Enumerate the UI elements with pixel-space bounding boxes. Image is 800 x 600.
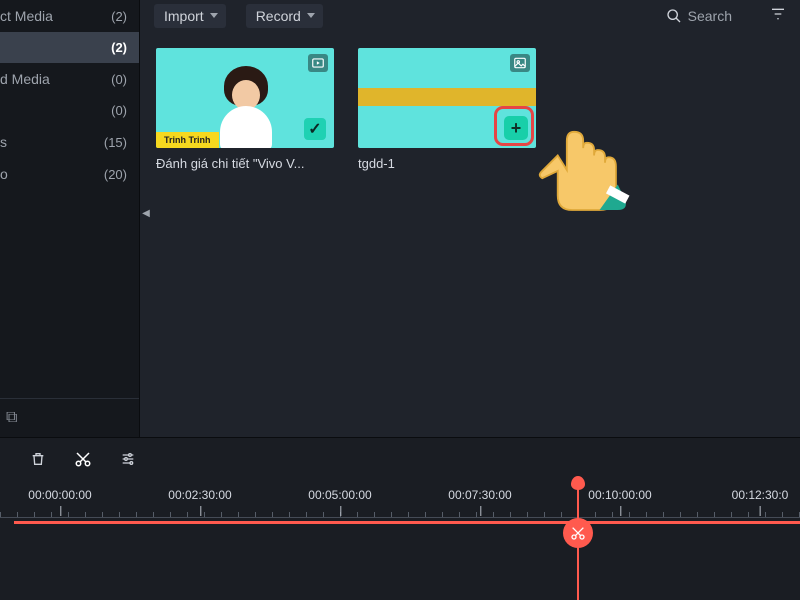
time-mark: 00:02:30:00 (168, 488, 231, 502)
selected-check-icon: ✓ (304, 118, 326, 140)
time-mark: 00:12:30:0 (732, 488, 789, 502)
image-type-icon (510, 54, 530, 72)
import-dropdown[interactable]: Import (154, 4, 226, 28)
timeline-panel: 00:00:00:00 00:02:30:00 00:05:00:00 00:0… (0, 437, 800, 600)
time-mark: 00:07:30:00 (448, 488, 511, 502)
record-dropdown[interactable]: Record (246, 4, 323, 28)
media-item[interactable]: + tgdd-1 (358, 48, 536, 171)
time-mark: 00:10:00:00 (588, 488, 651, 502)
playhead-knob-icon (571, 476, 585, 490)
search-icon (666, 8, 682, 24)
time-mark: 00:00:00:00 (28, 488, 91, 502)
timeline-range (14, 521, 800, 524)
timeline-tools (0, 438, 800, 484)
media-title: Đánh giá chi tiết "Vivo V... (156, 156, 334, 171)
playhead-cut-icon[interactable] (563, 518, 593, 548)
collapse-sidebar-icon[interactable]: ◀ (140, 204, 152, 222)
thumbnail-badge: Trinh Trinh (156, 132, 219, 148)
sidebar-item-1[interactable]: (2) (0, 32, 139, 63)
sidebar-item-2[interactable]: d Media(0) (0, 63, 139, 95)
search-label: Search (688, 8, 732, 24)
video-type-icon (308, 54, 328, 72)
cut-icon[interactable] (74, 450, 92, 473)
media-thumbnail: Trinh Trinh ✓ (156, 48, 334, 148)
toolbar: Import Record Search (140, 0, 800, 32)
filter-icon[interactable] (770, 6, 786, 27)
sidebar-item-0[interactable]: ct Media(2) (0, 0, 139, 32)
content-panel: Import Record Search Trinh Trinh ✓ Đánh … (140, 0, 800, 437)
sidebar-item-3[interactable]: (0) (0, 95, 139, 126)
search-input[interactable]: Search (666, 8, 732, 24)
folder-icon[interactable]: ⧉ (0, 409, 17, 427)
sidebar-item-4[interactable]: s(15) (0, 126, 139, 158)
sidebar-bottom-tools: ⧉ (0, 398, 139, 437)
media-thumbnail: + (358, 48, 536, 148)
time-mark: 00:05:00:00 (308, 488, 371, 502)
add-to-timeline-button[interactable]: + (504, 116, 528, 140)
adjust-icon[interactable] (120, 451, 136, 472)
timeline-ruler[interactable]: 00:00:00:00 00:02:30:00 00:05:00:00 00:0… (0, 488, 800, 528)
playhead[interactable] (577, 480, 579, 600)
media-item[interactable]: Trinh Trinh ✓ Đánh giá chi tiết "Vivo V.… (156, 48, 334, 171)
sidebar: ct Media(2) (2) d Media(0) (0) s(15) o(2… (0, 0, 140, 437)
sidebar-item-5[interactable]: o(20) (0, 158, 139, 190)
media-grid: Trinh Trinh ✓ Đánh giá chi tiết "Vivo V.… (140, 32, 800, 187)
media-title: tgdd-1 (358, 156, 536, 171)
delete-icon[interactable] (30, 451, 46, 472)
